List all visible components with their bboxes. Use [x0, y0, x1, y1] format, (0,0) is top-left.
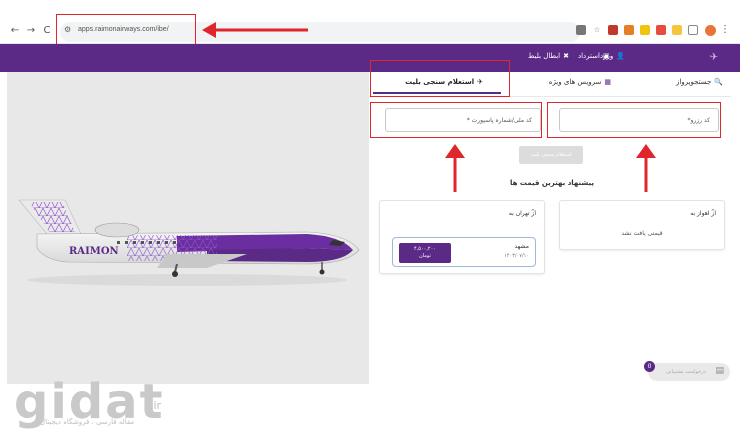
offer-price-badge: ۴,۵۰۰,۲۰۰ تومان — [399, 243, 451, 263]
chevron-up-icon[interactable]: ⌃ — [530, 208, 536, 216]
chat-notification-badge: 0 — [644, 361, 655, 372]
airplane-illustration: RAIMON — [18, 199, 360, 286]
annotation-arrow-national-id — [445, 144, 465, 192]
reload-icon[interactable]: C — [40, 25, 54, 36]
luggage-icon: ▦ — [604, 78, 611, 86]
ticket-cancel-icon: ✖ — [563, 52, 569, 60]
offer-destination: مشهد — [514, 243, 529, 250]
back-icon[interactable]: ← — [8, 25, 22, 36]
extension-icon[interactable] — [608, 25, 618, 35]
annotation-box-reservation-code — [547, 102, 721, 138]
screenshot-icon[interactable] — [576, 25, 586, 35]
hero-image: RAIMON — [7, 72, 369, 384]
annotation-box-national-id — [370, 102, 542, 138]
refund-link[interactable]: استرداد ▣ — [578, 52, 610, 60]
offer-price-currency: تومان — [419, 253, 431, 259]
tab-flight-search[interactable]: جستجوپرواز 🔍 — [676, 78, 723, 86]
plane-brand-text: RAIMON — [69, 246, 119, 257]
best-prices-title: پیشنهاد بهترین قیمت ها — [509, 179, 595, 187]
chat-icon: ▤ — [715, 366, 724, 376]
tab-special-services-label: سرویس های ویژه — [548, 78, 602, 86]
offer-date: ۱۴۰۳/۰۷/۱۰ — [504, 253, 529, 259]
watermark-domain: .ir — [150, 399, 162, 412]
user-icon: 👤 — [616, 52, 625, 60]
puzzle-icon[interactable] — [688, 25, 698, 35]
chevron-up-icon[interactable]: ⌃ — [710, 208, 716, 216]
extension-icon[interactable] — [624, 25, 634, 35]
extension-icons: ☆ — [576, 25, 698, 35]
tab-special-services[interactable]: سرویس های ویژه ▦ — [549, 78, 611, 86]
profile-avatar[interactable] — [705, 25, 716, 36]
star-icon[interactable]: ☆ — [592, 25, 602, 35]
annotation-box-tab — [370, 60, 510, 97]
annotation-box-url — [56, 14, 196, 46]
best-price-card-ahvaz: از اهواز به ⌃ قیمتی یافت نشد — [559, 200, 725, 250]
offer-price-amount: ۴,۵۰۰,۲۰۰ — [414, 246, 436, 252]
support-chat-label: درخواست پشتیبانی — [666, 369, 706, 375]
annotation-arrow-reservation-code — [636, 144, 656, 192]
tab-flight-search-label: جستجوپرواز — [675, 78, 712, 86]
cancel-ticket-link[interactable]: ابطال بلیط ✖ — [528, 52, 569, 60]
refund-label: استرداد — [578, 52, 600, 60]
refund-icon: ▣ — [602, 52, 610, 60]
site-logo-icon[interactable]: ✈ — [710, 52, 718, 63]
no-price-text: قیمتی یافت نشد — [621, 230, 663, 237]
extension-icon[interactable] — [640, 25, 650, 35]
inquiry-button[interactable]: استعلام سنجی بلیت — [519, 146, 583, 164]
extension-icon[interactable] — [672, 25, 682, 35]
extension-icon[interactable] — [656, 25, 666, 35]
price-offer-item[interactable]: مشهد ۱۴۰۳/۰۷/۱۰ ۴,۵۰۰,۲۰۰ تومان — [392, 237, 536, 267]
more-menu-icon[interactable]: ⋮ — [720, 24, 730, 35]
best-price-card-tehran: از تهران به ⌃ مشهد ۱۴۰۳/۰۷/۱۰ ۴,۵۰۰,۲۰۰ … — [379, 200, 545, 274]
forward-icon[interactable]: → — [24, 25, 38, 36]
watermark-tagline: مقاله فارسی ، فروشگاه دیجیتال — [40, 418, 135, 426]
annotation-arrow-url — [202, 22, 308, 38]
cancel-label: ابطال بلیط — [528, 52, 561, 60]
search-icon: 🔍 — [714, 78, 723, 86]
